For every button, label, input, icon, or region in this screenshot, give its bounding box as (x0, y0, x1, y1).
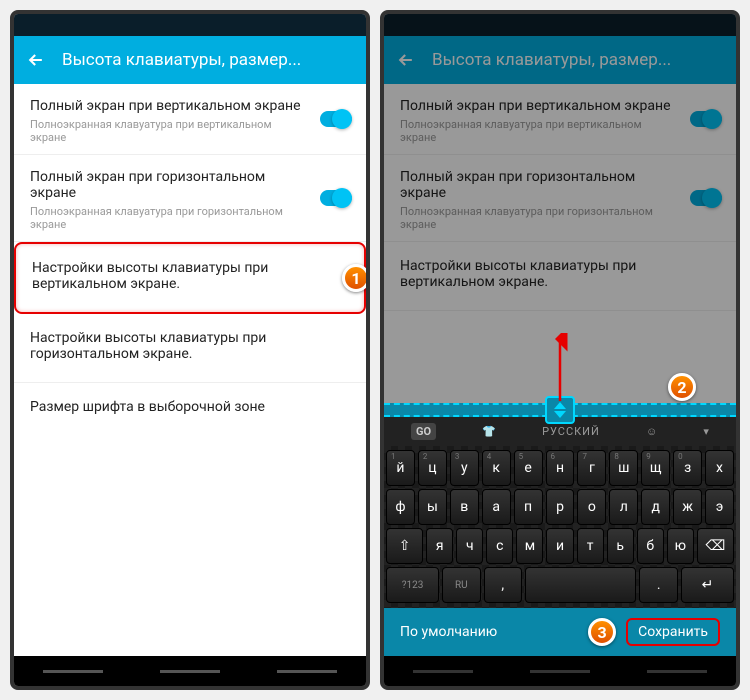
status-bar (14, 14, 366, 36)
setting-fullscreen-horizontal[interactable]: Полный экран при горизонтальном экране П… (384, 155, 736, 242)
height-drag-bar[interactable] (384, 403, 736, 417)
key-щ[interactable]: щ9 (641, 450, 670, 486)
key-с[interactable]: с (486, 528, 513, 564)
key-й[interactable]: й1 (386, 450, 415, 486)
collapse-icon[interactable]: ▾ (703, 425, 709, 438)
key-н[interactable]: н6 (546, 450, 575, 486)
toggle-switch[interactable] (690, 111, 722, 127)
theme-icon[interactable]: 👕 (482, 425, 496, 438)
header-title: Высота клавиатуры, размер... (432, 50, 724, 70)
setting-fullscreen-horizontal[interactable]: Полный экран при горизонтальном экране П… (14, 155, 366, 242)
key-ы[interactable]: ы (418, 489, 447, 525)
key-е[interactable]: е5 (514, 450, 543, 486)
go-badge[interactable]: GO (411, 423, 436, 440)
key-в[interactable]: в (450, 489, 479, 525)
symbols-key[interactable]: ?123 (386, 567, 439, 603)
key-п[interactable]: п (514, 489, 543, 525)
keyboard-panel: 2 GO 👕 РУССКИЙ ☺ ▾ й1ц2у3к4е5н6г7ш8щ9з0х… (384, 403, 736, 656)
keyboard-actions: По умолчанию Сохранить 3 (384, 608, 736, 656)
language-label[interactable]: РУССКИЙ (542, 425, 600, 438)
key-м[interactable]: м (516, 528, 543, 564)
key-ь[interactable]: ь (607, 528, 634, 564)
key-ю[interactable]: ю (667, 528, 694, 564)
back-icon[interactable] (26, 50, 46, 70)
setting-font-size[interactable]: Размер шрифта в выборочной зоне (14, 383, 366, 429)
nav-bar (14, 656, 366, 686)
key-а[interactable]: а (482, 489, 511, 525)
key-ч[interactable]: ч (456, 528, 483, 564)
emoji-icon[interactable]: ☺ (646, 425, 657, 438)
key-л[interactable]: л (609, 489, 638, 525)
key-ж[interactable]: ж (673, 489, 702, 525)
key-э[interactable]: э (705, 489, 734, 525)
callout-marker-2: 2 (668, 373, 696, 401)
phone-right: Высота клавиатуры, размер... Полный экра… (380, 10, 740, 690)
arrow-up-annotation (550, 333, 570, 403)
status-bar (384, 14, 736, 36)
key-г[interactable]: г7 (577, 450, 606, 486)
settings-list: Полный экран при вертикальном экране Пол… (14, 84, 366, 429)
setting-height-horizontal[interactable]: Настройки высоты клавиатуры при горизонт… (14, 314, 366, 383)
backspace-key[interactable]: ⌫ (697, 528, 734, 564)
space-key[interactable] (525, 567, 636, 603)
key-я[interactable]: я (426, 528, 453, 564)
key-у[interactable]: у3 (450, 450, 479, 486)
callout-marker-1: 1 (342, 264, 370, 292)
keyboard-keys: й1ц2у3к4е5н6г7ш8щ9з0х фывапролджэ ⇧ ячсм… (384, 446, 736, 608)
key-ф[interactable]: ф (386, 489, 415, 525)
default-button[interactable]: По умолчанию (400, 624, 497, 640)
settings-list: Полный экран при вертикальном экране Пол… (384, 84, 736, 311)
save-button[interactable]: Сохранить 3 (626, 618, 720, 646)
period-key[interactable]: . (639, 567, 677, 603)
key-т[interactable]: т (577, 528, 604, 564)
key-и[interactable]: и (546, 528, 573, 564)
key-б[interactable]: б (637, 528, 664, 564)
toggle-switch[interactable] (320, 190, 352, 206)
setting-fullscreen-vertical[interactable]: Полный экран при вертикальном экране Пол… (384, 84, 736, 155)
key-р[interactable]: р (546, 489, 575, 525)
app-header: Высота клавиатуры, размер... (14, 36, 366, 84)
key-к[interactable]: к4 (482, 450, 511, 486)
lang-key[interactable]: RU (442, 567, 480, 603)
setting-fullscreen-vertical[interactable]: Полный экран при вертикальном экране Пол… (14, 84, 366, 155)
setting-height-vertical[interactable]: Настройки высоты клавиатуры при вертикал… (384, 242, 736, 311)
toggle-switch[interactable] (320, 111, 352, 127)
nav-bar (384, 656, 736, 686)
key-х[interactable]: х (705, 450, 734, 486)
key-о[interactable]: о (577, 489, 606, 525)
callout-marker-3: 3 (588, 618, 616, 646)
comma-key[interactable]: , (484, 567, 522, 603)
shift-key[interactable]: ⇧ (386, 528, 423, 564)
key-з[interactable]: з0 (673, 450, 702, 486)
app-header: Высота клавиатуры, размер... (384, 36, 736, 84)
key-ц[interactable]: ц2 (418, 450, 447, 486)
back-icon[interactable] (396, 50, 416, 70)
key-д[interactable]: д (641, 489, 670, 525)
enter-key[interactable]: ↵ (681, 567, 734, 603)
toggle-switch[interactable] (690, 190, 722, 206)
header-title: Высота клавиатуры, размер... (62, 50, 354, 70)
setting-height-vertical[interactable]: Настройки высоты клавиатуры при вертикал… (14, 242, 366, 314)
key-ш[interactable]: ш8 (609, 450, 638, 486)
phone-left: Высота клавиатуры, размер... Полный экра… (10, 10, 370, 690)
